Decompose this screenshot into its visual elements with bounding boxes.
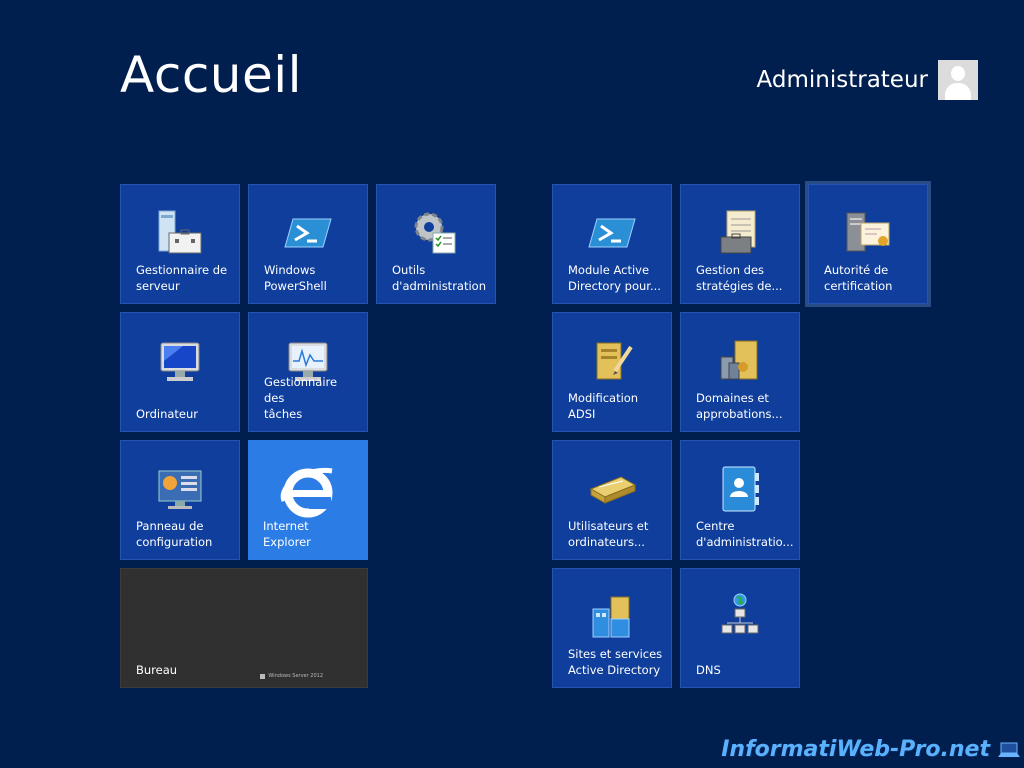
tile-ad-module-powershell[interactable]: Module Active Directory pour... [552, 184, 672, 304]
tile-domains-trusts[interactable]: Domaines et approbations... [680, 312, 800, 432]
tile-label: Gestionnaire des tâches [264, 375, 338, 421]
desktop-brand: Windows Server 2012 [268, 673, 323, 679]
users-computers-icon [585, 465, 639, 513]
tile-users-computers[interactable]: Utilisateurs et ordinateurs... [552, 440, 672, 560]
tile-internet-explorer[interactable]: Internet Explorer [248, 440, 368, 560]
tile-adsi-edit[interactable]: Modification ADSI [552, 312, 672, 432]
tile-label: Module Active Directory pour... [568, 263, 661, 293]
control-panel-icon [153, 465, 207, 513]
avatar [938, 60, 978, 100]
tile-label: Gestion des stratégies de... [696, 263, 783, 293]
tile-computer[interactable]: Ordinateur [120, 312, 240, 432]
tile-label: DNS [696, 663, 721, 677]
tile-control-panel[interactable]: Panneau de configuration [120, 440, 240, 560]
tile-label: Ordinateur [136, 407, 199, 421]
computer-icon [153, 337, 207, 385]
tile-certification-authority[interactable]: Autorité de certification [805, 181, 931, 307]
tile-label: Internet Explorer [263, 519, 311, 549]
tile-admin-tools[interactable]: Outils d'administration [376, 184, 496, 304]
tile-label: Outils d'administration [392, 263, 486, 293]
tile-dns[interactable]: DNS [680, 568, 800, 688]
dns-icon [713, 593, 767, 641]
admin-tools-icon [409, 209, 463, 257]
watermark: InformatiWeb-Pro.net [721, 737, 990, 762]
group-policy-icon [713, 209, 767, 257]
tile-label: Panneau de configuration [136, 519, 213, 549]
tile-label: Gestionnaire de serveur [136, 263, 228, 293]
tile-sites-services[interactable]: Sites et services Active Directory [552, 568, 672, 688]
tile-task-manager[interactable]: Gestionnaire des tâches [248, 312, 368, 432]
tile-windows-powershell[interactable]: Windows PowerShell [248, 184, 368, 304]
internet-explorer-icon [276, 461, 340, 521]
page-title: Accueil [120, 46, 303, 104]
sites-services-icon [585, 593, 639, 641]
user-account[interactable]: Administrateur [757, 60, 978, 100]
tile-label: Modification ADSI [568, 391, 639, 421]
tile-label: Windows PowerShell [264, 263, 327, 293]
tile-group-policy[interactable]: Gestion des stratégies de... [680, 184, 800, 304]
powershell-icon [281, 209, 335, 257]
tile-server-manager[interactable]: Gestionnaire de serveur [120, 184, 240, 304]
admin-center-icon [713, 465, 767, 513]
domains-trusts-icon [713, 337, 767, 385]
tile-label: Autorité de certification [824, 263, 893, 293]
tile-label: Domaines et approbations... [696, 391, 783, 421]
windows-logo-icon: Windows Server 2012 [260, 673, 323, 679]
tile-ad-admin-center[interactable]: Centre d'administratio... [680, 440, 800, 560]
tile-label: Bureau [136, 663, 178, 677]
certificate-server-icon [841, 209, 895, 257]
tile-label: Centre d'administratio... [696, 519, 794, 549]
tile-label: Sites et services Active Directory [568, 647, 663, 677]
adsi-edit-icon [585, 337, 639, 385]
tile-desktop[interactable]: Bureau Windows Server 2012 [120, 568, 368, 688]
powershell-icon [585, 209, 639, 257]
tile-label: Utilisateurs et ordinateurs... [568, 519, 649, 549]
server-manager-icon [153, 209, 207, 257]
laptop-icon [998, 742, 1020, 758]
user-name: Administrateur [756, 67, 928, 93]
